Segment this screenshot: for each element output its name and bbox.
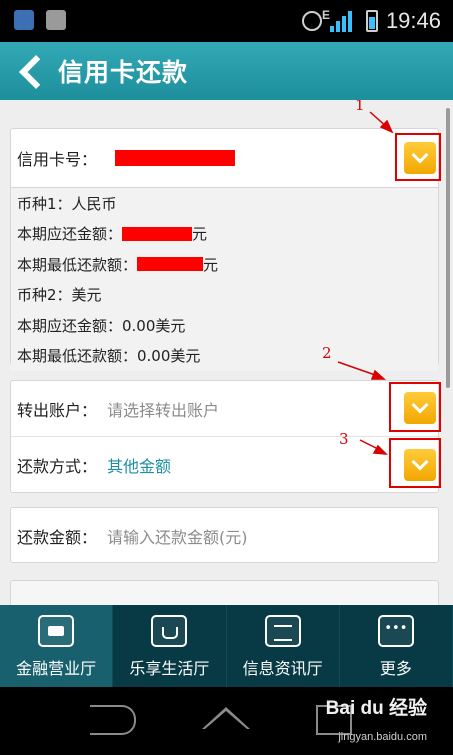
tab-info-hall[interactable]: 信息资讯厅 (227, 605, 340, 687)
page-title: 信用卡还款 (58, 58, 189, 87)
more-icon (377, 615, 414, 647)
system-back-icon[interactable] (90, 705, 136, 735)
tab-label: 信息资讯厅 (242, 659, 323, 678)
tab-financial-hall[interactable]: 金融营业厅 (0, 605, 114, 687)
annotation-arrows (337, 111, 394, 455)
tab-label: 金融营业厅 (16, 659, 97, 678)
tab-label: 更多 (379, 659, 412, 678)
watermark-url: jingyan.baidu.com (338, 731, 427, 743)
battery-icon (365, 10, 378, 32)
cup-icon (151, 615, 188, 647)
back-arrow-icon[interactable] (18, 54, 44, 88)
network-type: E (321, 8, 330, 22)
message-icon (46, 10, 66, 30)
clock: 19:46 (385, 8, 441, 33)
briefcase-icon (38, 615, 75, 647)
newspaper-icon (264, 615, 301, 647)
bottom-nav: 金融营业厅 乐享生活厅 信息资讯厅 更多 (0, 605, 453, 687)
main-content[interactable]: 信用卡号： 币种1：人民币 本期应还金额： 元 本期最低还款额： 元 币种2：美… (0, 100, 453, 605)
app-notification-icon (14, 10, 34, 30)
watermark-logo: Bai du 经验 (325, 698, 427, 719)
signal-icon: E (322, 8, 358, 32)
title-bar: 信用卡还款 (0, 42, 453, 100)
tab-life-hall[interactable]: 乐享生活厅 (113, 605, 227, 687)
alarm-icon (301, 11, 322, 31)
status-bar: E 19:46 (0, 0, 453, 42)
tab-label: 乐享生活厅 (129, 659, 210, 678)
system-home-icon[interactable] (202, 705, 250, 735)
system-nav-bar: Bai du 经验 jingyan.baidu.com (0, 687, 453, 755)
tab-more[interactable]: 更多 (340, 605, 453, 687)
